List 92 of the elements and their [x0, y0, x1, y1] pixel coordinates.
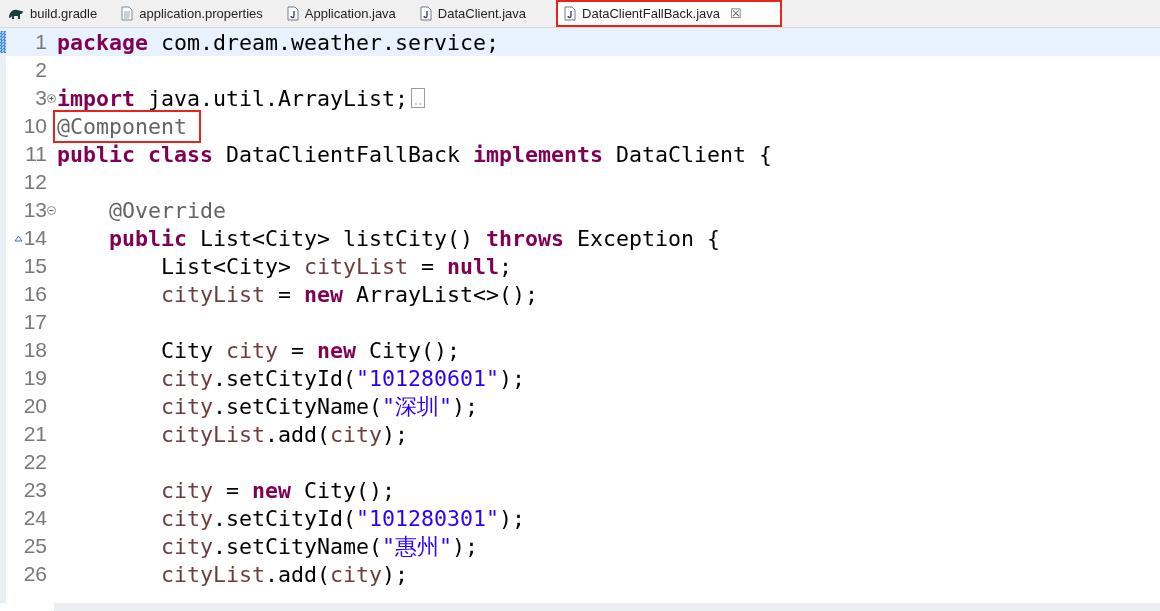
editor-tab[interactable]: DataClientFallBack.java ☒ [556, 0, 783, 27]
java-file-icon [286, 6, 299, 21]
code-text: "惠州" [382, 532, 453, 561]
code-text: City [160, 337, 214, 363]
code-text: cityList [160, 561, 265, 587]
tab-label: build.gradle [30, 6, 98, 21]
code-text: new [252, 477, 292, 503]
code-text: ); [499, 365, 526, 391]
code-text: cityList [160, 421, 265, 447]
code-text: city [160, 505, 213, 531]
code-text: city [160, 533, 213, 559]
editor-tab[interactable]: DataClient.java [411, 0, 542, 27]
line-number: 19 [23, 366, 47, 390]
line-number: 15 [23, 254, 47, 278]
line-number: 18 [23, 338, 47, 362]
line-number: 3 [35, 86, 47, 110]
code-text: new [317, 337, 357, 363]
code-text: DataClientFallBack [225, 141, 462, 167]
code-text: .setCityName( [213, 533, 383, 559]
code-text: .setCityName( [213, 393, 383, 419]
code-text: public class [57, 141, 213, 167]
tab-label: DataClient.java [437, 6, 526, 21]
code-text: City(); [303, 477, 396, 503]
line-number: 13 [23, 198, 47, 222]
code-text: "101280301" [356, 505, 500, 531]
line-number: 22 [23, 450, 47, 474]
code-text: package [57, 29, 148, 55]
code-text: com.dream.weather.service; [160, 29, 500, 55]
line-number: 16 [23, 282, 47, 306]
code-text: throws [486, 225, 565, 251]
line-number: 1 [35, 30, 47, 54]
code-text: = [277, 281, 293, 307]
line-number: 2 [35, 58, 47, 82]
code-text: ); [382, 561, 409, 587]
code-editor[interactable] [0, 28, 1160, 603]
code-text: DataClient { [615, 141, 773, 167]
code-text: ); [382, 421, 409, 447]
line-number: 24 [23, 506, 47, 530]
code-text: = [290, 337, 306, 363]
line-number: 21 [23, 422, 47, 446]
line-number: 20 [23, 394, 47, 418]
code-text: "深圳" [382, 392, 453, 421]
code-text: ; [499, 253, 513, 279]
code-text: .add( [265, 421, 331, 447]
elephant-icon [8, 7, 24, 20]
code-text: ArrayList<>(); [355, 281, 539, 307]
line-number: 12 [23, 170, 47, 194]
code-text: ); [452, 533, 479, 559]
code-text: city [160, 393, 213, 419]
code-text: List<City> listCity() [199, 225, 475, 251]
code-text: null [447, 253, 500, 279]
code-text: = [420, 253, 436, 279]
line-number: 11 [25, 142, 47, 166]
code-text: city [226, 337, 279, 363]
code-text: = [225, 477, 241, 503]
line-number: 14 [23, 226, 47, 250]
code-text: "101280601" [356, 365, 500, 391]
editor-tab[interactable]: application.properties [113, 0, 279, 27]
code-text: new [304, 281, 344, 307]
code-text: cityList [304, 253, 409, 279]
code-text: public [108, 225, 187, 251]
close-button[interactable]: ☒ [730, 6, 743, 21]
code-text: ); [452, 393, 479, 419]
code-text: city [160, 365, 213, 391]
code-text: cityList [160, 281, 265, 307]
code-text: @Override [108, 197, 226, 223]
line-number: 25 [23, 534, 47, 558]
editor-tab[interactable]: Application.java [278, 0, 412, 27]
tab-label: application.properties [139, 6, 263, 21]
code-text: List<City> [160, 253, 292, 279]
code-text: City(); [368, 337, 461, 363]
code-text: city [160, 477, 213, 503]
code-text: .setCityId( [213, 365, 357, 391]
code-text: import [57, 85, 135, 111]
line-number: 23 [23, 478, 47, 502]
java-file-icon [564, 6, 576, 21]
tab-label: Application.java [304, 6, 396, 21]
text-file-icon [121, 6, 134, 21]
code-text: city [330, 421, 383, 447]
line-number: 17 [23, 310, 47, 334]
line-number: 26 [23, 562, 47, 586]
line-number: 10 [23, 114, 47, 138]
editor-tab[interactable]: build.gradle [0, 0, 114, 27]
code-text: Exception { [576, 225, 721, 251]
code-text: city [330, 561, 383, 587]
code-text: java.util.ArrayList; [147, 85, 409, 111]
tab-label: DataClientFallBack.java [582, 6, 721, 21]
code-text: .setCityId( [213, 505, 357, 531]
code-text: implements [473, 141, 604, 167]
code-text: ); [499, 505, 526, 531]
code-text: .add( [265, 561, 331, 587]
java-file-icon [419, 6, 432, 21]
